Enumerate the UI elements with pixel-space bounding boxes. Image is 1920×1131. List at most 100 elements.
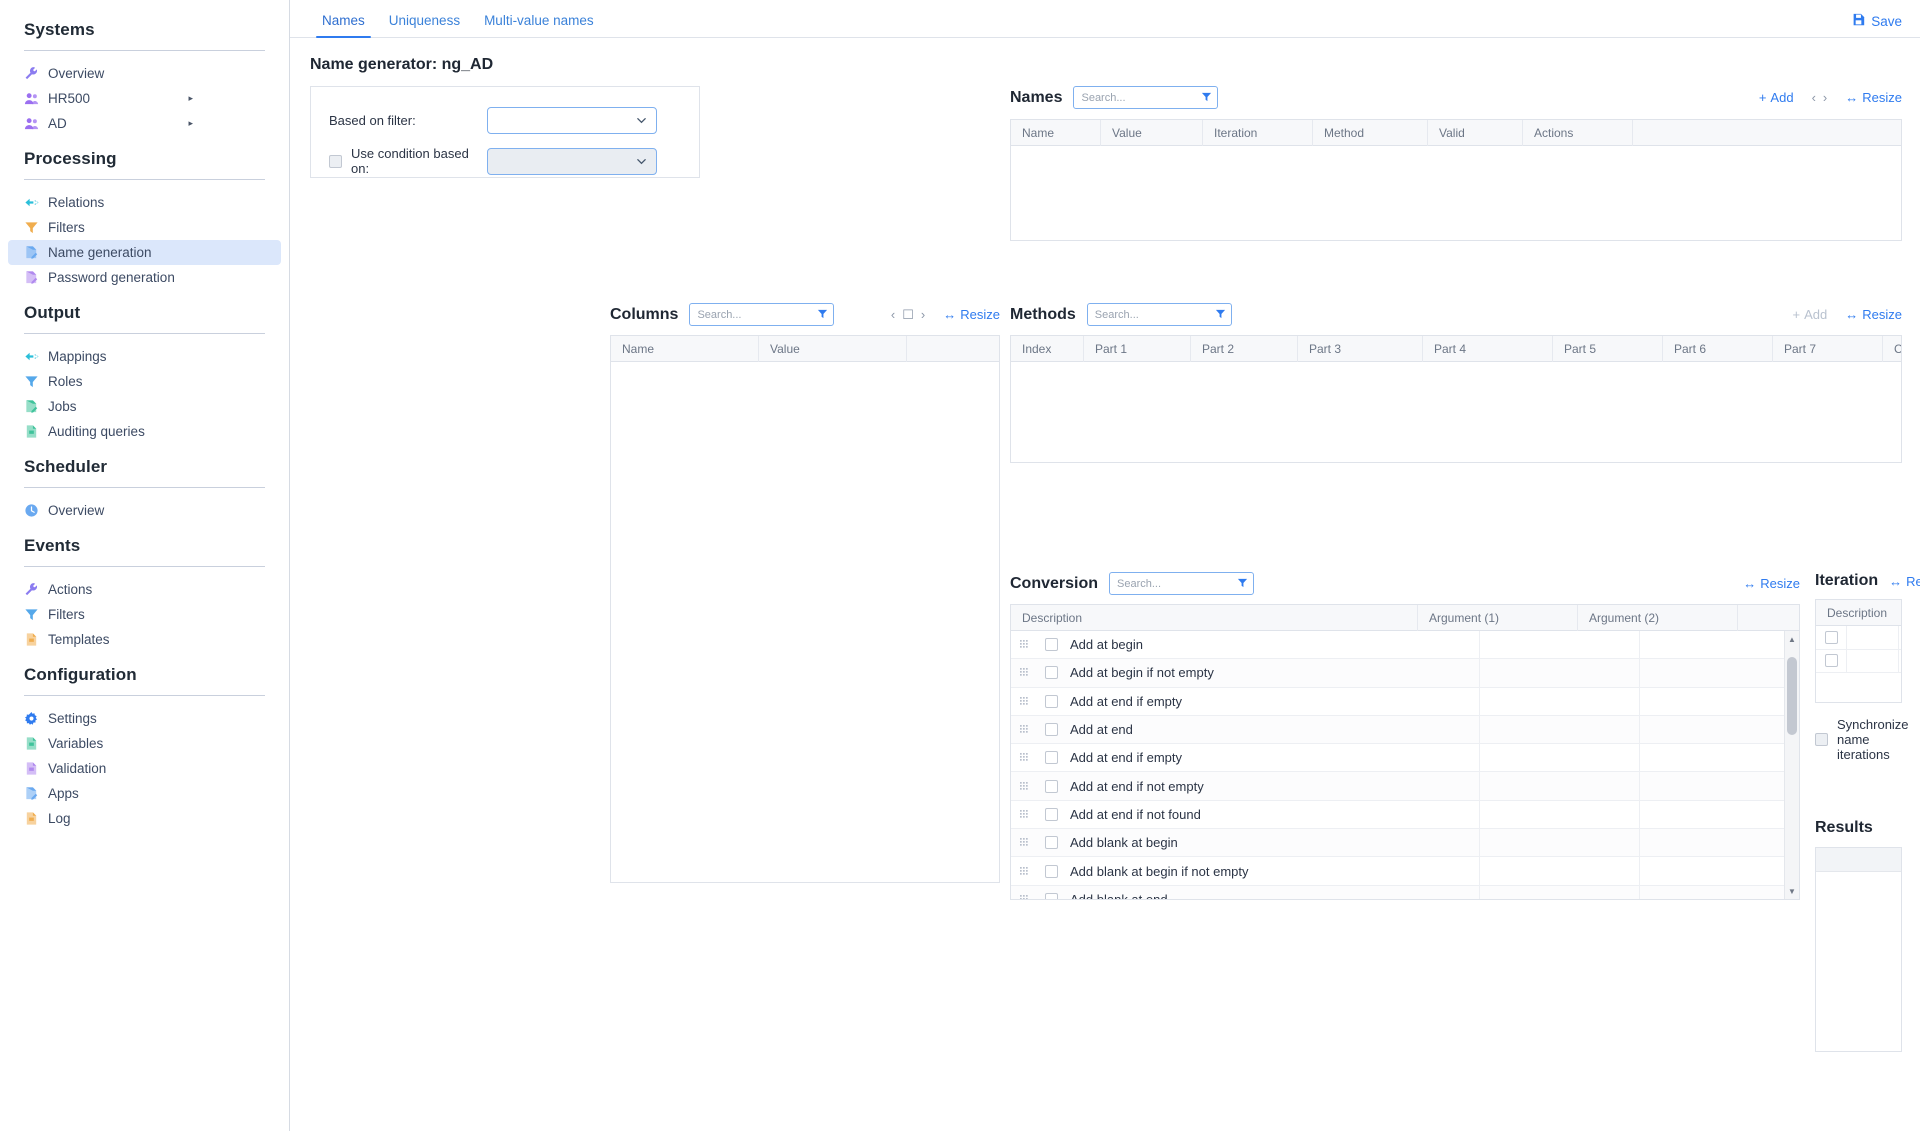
conversion-row-argument-1[interactable] (1479, 801, 1639, 828)
conversion-row-argument-1[interactable] (1479, 688, 1639, 715)
column-header-part-6[interactable]: Part 6 (1663, 336, 1773, 362)
column-header-part-4[interactable]: Part 4 (1423, 336, 1553, 362)
conversion-row-checkbox[interactable] (1045, 808, 1058, 821)
names-search-input[interactable] (1081, 92, 1198, 104)
columns-page-box-icon[interactable]: ☐ (902, 307, 914, 323)
sidebar-item-hr500[interactable]: HR500▸ (8, 86, 281, 111)
use-condition-checkbox[interactable] (329, 155, 342, 168)
chevron-right-icon[interactable]: ▸ (188, 94, 193, 103)
conversion-scroll-thumb[interactable] (1787, 657, 1797, 735)
iteration-row-checkbox[interactable] (1825, 631, 1838, 644)
sidebar-item-filters[interactable]: Filters (8, 602, 281, 627)
column-header-name[interactable]: Name (1011, 120, 1101, 146)
conversion-row-argument-1[interactable] (1479, 886, 1639, 900)
iteration-row[interactable]: Add number 1,2,3,... to name part (1816, 650, 1901, 674)
column-header-part-3[interactable]: Part 3 (1298, 336, 1423, 362)
conversion-resize-button[interactable]: ↔ Resize (1743, 576, 1800, 591)
column-header-value[interactable]: Value (759, 336, 907, 362)
sidebar-item-ad[interactable]: AD▸ (8, 111, 281, 136)
sidebar-item-relations[interactable]: Relations (8, 190, 281, 215)
conversion-row-argument-1[interactable] (1479, 857, 1639, 884)
sidebar-item-settings[interactable]: Settings (8, 706, 281, 731)
conversion-row[interactable]: Add at end if not found (1011, 801, 1799, 829)
scroll-down-icon[interactable]: ▼ (1785, 884, 1799, 898)
conversion-row-argument-2[interactable] (1639, 631, 1799, 658)
conversion-row[interactable]: Add at begin if not empty (1011, 659, 1799, 687)
methods-resize-button[interactable]: ↔ Resize (1845, 307, 1902, 322)
conversion-row-argument-1[interactable] (1479, 744, 1639, 771)
iteration-row-start[interactable] (1898, 626, 1902, 649)
column-header-valid[interactable]: Valid (1428, 120, 1523, 146)
conversion-row-argument-2[interactable] (1639, 801, 1799, 828)
columns-prev-page-icon[interactable]: ‹ (891, 307, 895, 322)
sidebar-item-actions[interactable]: Actions (8, 577, 281, 602)
conversion-row-argument-1[interactable] (1479, 829, 1639, 856)
filter-icon[interactable] (1237, 577, 1248, 590)
conversion-row-argument-2[interactable] (1639, 688, 1799, 715)
iteration-row[interactable]: Use 1,2,3,... characters of name part (1816, 626, 1901, 650)
sidebar-item-password-generation[interactable]: Password generation (8, 265, 281, 290)
sidebar-item-overview[interactable]: Overview (8, 61, 281, 86)
conversion-row-checkbox[interactable] (1045, 695, 1058, 708)
column-header-description[interactable]: Description (1816, 600, 1902, 626)
conversion-row-checkbox[interactable] (1045, 666, 1058, 679)
names-add-button[interactable]: + Add (1759, 90, 1794, 105)
tab-multi-value-names[interactable]: Multi-value names (472, 13, 606, 37)
conversion-row-argument-2[interactable] (1639, 744, 1799, 771)
columns-search-box[interactable] (689, 303, 834, 326)
methods-search-input[interactable] (1095, 309, 1212, 321)
conversion-row-checkbox[interactable] (1045, 638, 1058, 651)
column-header-part-5[interactable]: Part 5 (1553, 336, 1663, 362)
conversion-row-checkbox[interactable] (1045, 751, 1058, 764)
conversion-row-argument-2[interactable] (1639, 857, 1799, 884)
conversion-row-checkbox[interactable] (1045, 723, 1058, 736)
conversion-row-checkbox[interactable] (1045, 836, 1058, 849)
conversion-row-checkbox[interactable] (1045, 893, 1058, 900)
conversion-row[interactable]: Add blank at begin (1011, 829, 1799, 857)
column-header-part-1[interactable]: Part 1 (1084, 336, 1191, 362)
conversion-row[interactable]: Add at end if empty (1011, 688, 1799, 716)
column-header-method[interactable]: Method (1313, 120, 1428, 146)
conversion-row-argument-1[interactable] (1479, 631, 1639, 658)
conversion-row[interactable]: Add blank at begin if not empty (1011, 857, 1799, 885)
column-header-actions[interactable]: Actions (1523, 120, 1633, 146)
column-header-argument-2-[interactable]: Argument (2) (1578, 605, 1738, 631)
columns-search-input[interactable] (697, 309, 814, 321)
conversion-row-argument-2[interactable] (1639, 829, 1799, 856)
column-header-index[interactable]: Index (1011, 336, 1084, 362)
conversion-row-argument-2[interactable] (1639, 886, 1799, 900)
columns-resize-button[interactable]: ↔ Resize (943, 307, 1000, 322)
conversion-search-input[interactable] (1117, 578, 1234, 590)
sidebar-item-overview[interactable]: Overview (8, 498, 281, 523)
sidebar-item-apps[interactable]: Apps (8, 781, 281, 806)
based-on-filter-select[interactable] (487, 107, 657, 134)
conversion-row-argument-2[interactable] (1639, 659, 1799, 686)
drag-handle-icon[interactable] (1011, 867, 1037, 876)
names-prev-page-icon[interactable]: ‹ (1812, 90, 1816, 105)
drag-handle-icon[interactable] (1011, 782, 1037, 791)
iteration-row-max[interactable] (1846, 626, 1898, 649)
column-header-description[interactable]: Description (1011, 605, 1418, 631)
tab-names[interactable]: Names (310, 13, 377, 37)
drag-handle-icon[interactable] (1011, 725, 1037, 734)
drag-handle-icon[interactable] (1011, 895, 1037, 900)
column-header-name[interactable]: Name (611, 336, 759, 362)
iteration-row-start[interactable] (1898, 650, 1902, 673)
drag-handle-icon[interactable] (1011, 640, 1037, 649)
conversion-row-checkbox[interactable] (1045, 780, 1058, 793)
methods-add-button[interactable]: + Add (1793, 307, 1828, 322)
conversion-row-argument-2[interactable] (1639, 716, 1799, 743)
sidebar-item-auditing-queries[interactable]: Auditing queries (8, 419, 281, 444)
column-header-iteration[interactable]: Iteration (1203, 120, 1313, 146)
sidebar-item-roles[interactable]: Roles (8, 369, 281, 394)
iteration-resize-button[interactable]: ↔ Resize (1889, 574, 1920, 589)
column-header-part-7[interactable]: Part 7 (1773, 336, 1883, 362)
filter-icon[interactable] (1201, 91, 1212, 104)
filter-icon[interactable] (817, 308, 828, 321)
column-header-condition[interactable]: Condition (1883, 336, 1902, 362)
column-header-value[interactable]: Value (1101, 120, 1203, 146)
names-search-box[interactable] (1073, 86, 1218, 109)
sidebar-item-variables[interactable]: Variables (8, 731, 281, 756)
drag-handle-icon[interactable] (1011, 810, 1037, 819)
use-condition-select[interactable] (487, 148, 657, 175)
